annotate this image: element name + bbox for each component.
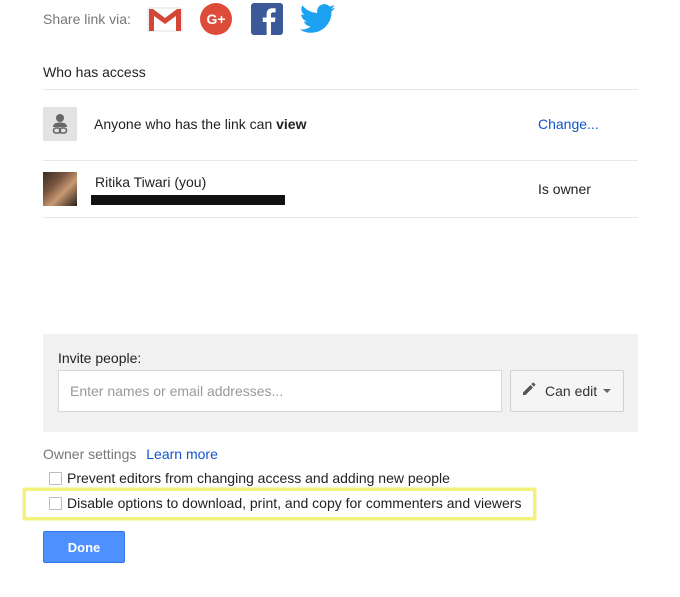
link-access-level: view bbox=[276, 116, 307, 132]
link-user-icon bbox=[43, 107, 77, 141]
user-info: Ritika Tiwari (you) bbox=[91, 173, 285, 205]
twitter-icon[interactable] bbox=[299, 2, 336, 36]
user-name: Ritika Tiwari (you) bbox=[95, 173, 207, 190]
divider bbox=[43, 217, 638, 218]
done-button[interactable]: Done bbox=[43, 531, 125, 563]
google-plus-icon[interactable]: G+ bbox=[198, 2, 234, 36]
redacted-email bbox=[91, 194, 285, 205]
option-prevent-editors: Prevent editors from changing access and… bbox=[49, 470, 450, 486]
share-label: Share link via: bbox=[43, 11, 131, 27]
svg-text:G+: G+ bbox=[206, 11, 225, 27]
owner-settings-heading: Owner settings Learn more bbox=[43, 446, 218, 462]
learn-more-link[interactable]: Learn more bbox=[146, 446, 218, 462]
change-link[interactable]: Change... bbox=[538, 116, 599, 132]
who-has-access-title: Who has access bbox=[43, 64, 146, 80]
link-access-row: Anyone who has the link can view Change.… bbox=[43, 107, 638, 141]
permission-label: Can edit bbox=[545, 383, 598, 399]
owner-settings-label: Owner settings bbox=[43, 446, 137, 462]
link-access-text: Anyone who has the link can view bbox=[94, 116, 306, 132]
option-disable-download: Disable options to download, print, and … bbox=[49, 495, 521, 511]
option-label: Prevent editors from changing access and… bbox=[67, 470, 450, 486]
permission-dropdown[interactable]: Can edit bbox=[510, 370, 624, 412]
prevent-editors-checkbox[interactable] bbox=[49, 471, 62, 485]
option-label: Disable options to download, print, and … bbox=[67, 495, 522, 511]
chevron-down-icon bbox=[603, 389, 612, 393]
invite-panel: Invite people: Can edit bbox=[43, 334, 638, 432]
facebook-icon[interactable] bbox=[249, 2, 285, 36]
disable-download-checkbox[interactable] bbox=[49, 496, 62, 510]
owner-row: Ritika Tiwari (you) Is owner bbox=[43, 171, 638, 207]
gmail-icon[interactable] bbox=[147, 2, 183, 36]
invite-input[interactable] bbox=[58, 370, 502, 412]
divider bbox=[43, 89, 638, 90]
share-row: Share link via: G+ bbox=[43, 2, 351, 36]
invite-label: Invite people: bbox=[58, 350, 142, 366]
divider bbox=[43, 160, 638, 161]
avatar bbox=[43, 172, 77, 206]
owner-role: Is owner bbox=[538, 181, 591, 197]
pencil-icon bbox=[521, 381, 537, 402]
link-access-prefix: Anyone who has the link can bbox=[94, 116, 277, 132]
